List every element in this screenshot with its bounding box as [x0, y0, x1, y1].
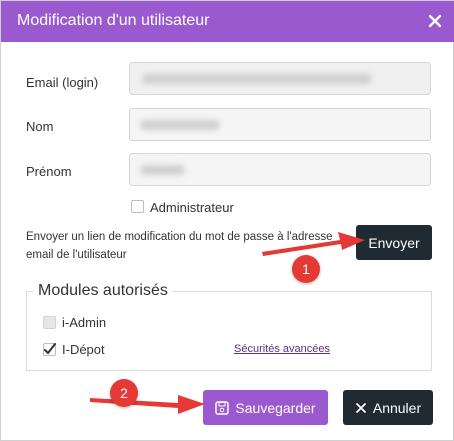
save-label: Sauvegarder	[235, 399, 316, 416]
email-field[interactable]	[129, 62, 431, 95]
advanced-security-link[interactable]: Sécurités avancées	[234, 343, 330, 355]
redacted-value	[140, 165, 185, 175]
admin-checkbox[interactable]	[131, 200, 144, 213]
nom-label: Nom	[26, 119, 54, 134]
prenom-label: Prénom	[26, 164, 72, 179]
close-icon[interactable]	[425, 11, 445, 31]
modules-title: Modules autorisés	[33, 282, 173, 300]
save-button[interactable]: Sauvegarder	[203, 390, 328, 425]
modal-header: Modification d'un utilisateur	[1, 1, 454, 42]
cancel-label: Annuler	[372, 399, 422, 416]
idepot-label: I-Dépot	[62, 342, 105, 357]
redacted-value	[142, 74, 372, 84]
email-label: Email (login)	[26, 75, 99, 90]
user-modal: Modification d'un utilisateur Email (log…	[0, 0, 454, 441]
nom-field[interactable]	[129, 108, 431, 141]
close-icon	[355, 402, 366, 413]
iadmin-label: i-Admin	[62, 315, 107, 330]
prenom-field[interactable]	[129, 153, 431, 186]
annotation-badge-2: 2	[110, 379, 138, 407]
cancel-button[interactable]: Annuler	[343, 390, 433, 425]
check-icon	[44, 343, 56, 355]
modal-title: Modification d'un utilisateur	[17, 12, 210, 29]
save-icon	[215, 400, 230, 415]
admin-label: Administrateur	[150, 200, 234, 215]
iadmin-checkbox[interactable]	[43, 316, 56, 329]
send-button[interactable]: Envoyer	[356, 225, 432, 260]
modules-group	[26, 291, 432, 371]
redacted-value	[140, 120, 220, 130]
idepot-checkbox[interactable]	[43, 343, 56, 356]
send-button-label: Envoyer	[368, 234, 420, 251]
annotation-badge-1: 1	[292, 255, 320, 283]
